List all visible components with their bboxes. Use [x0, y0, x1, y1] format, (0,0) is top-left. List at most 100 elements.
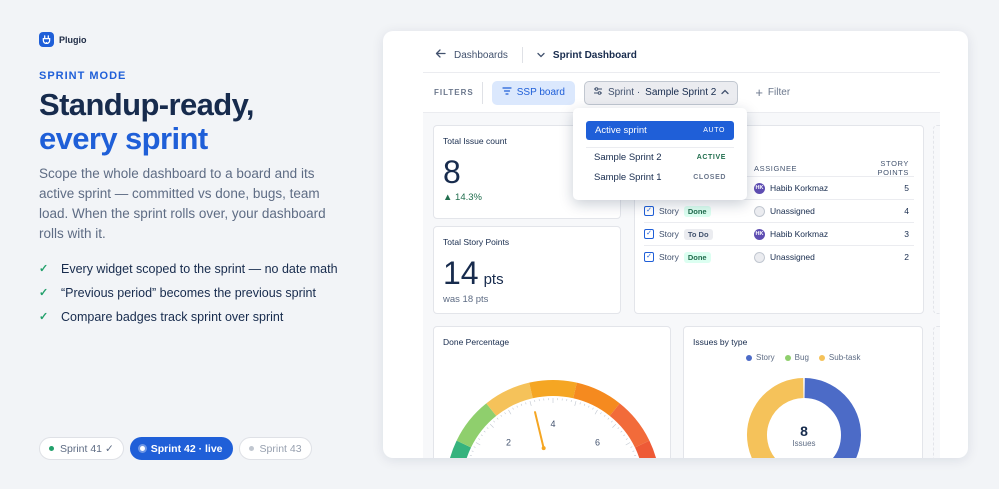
widget-title: Total Story Points: [443, 237, 510, 247]
status-dot-icon: [49, 446, 54, 451]
sprint-timeline: Sprint 41 ✓ Sprint 42 · live Sprint 43: [39, 437, 312, 460]
gauge-segment: [450, 440, 472, 458]
pill-label: Sprint 41 ✓: [60, 442, 114, 455]
add-filter-button[interactable]: + Filter: [755, 85, 790, 100]
gauge-tick-label: 6: [595, 437, 600, 447]
filter-bar: FILTERS SSP board Sprint · Sample Sprint…: [423, 73, 940, 113]
gauge-tick: [493, 420, 496, 423]
gauge-tick: [471, 450, 474, 452]
story-points-cell: 2: [904, 252, 909, 262]
gauge-tick: [594, 409, 598, 415]
gauge-tick: [623, 434, 626, 437]
live-dot-icon: [139, 446, 145, 451]
gauge-tick: [592, 407, 594, 410]
table-row[interactable]: ✓ Story Done Unassigned 4: [644, 199, 914, 222]
widget-title: Total Issue count: [443, 136, 507, 146]
story-points-value: 14: [443, 255, 479, 291]
dropdown-item-sample-sprint-1[interactable]: Sample Sprint 1 CLOSED: [594, 172, 726, 183]
gauge-needle-hub: [541, 446, 546, 451]
dropdown-item-tag: AUTO: [703, 127, 725, 134]
gauge-tick: [579, 402, 581, 405]
gauge-tick: [612, 423, 617, 428]
total-story-points-widget: Total Story Points 14 pts was 18 pts: [433, 226, 621, 314]
offscreen-widget: [933, 125, 940, 314]
gauge-tick: [600, 412, 602, 415]
feature-item: ✓ “Previous period” becomes the previous …: [39, 285, 339, 302]
gauge-tick: [475, 442, 481, 446]
story-points-unit: pts: [483, 271, 504, 288]
divider: [521, 47, 523, 63]
story-check-icon: ✓: [644, 252, 654, 262]
offscreen-widget: [933, 326, 940, 458]
gauge-segment: [529, 380, 577, 399]
plug-icon: [39, 32, 54, 47]
sprint-filter-chip[interactable]: Sprint · Sample Sprint 2: [583, 80, 739, 105]
dropdown-item-active-sprint[interactable]: Active sprint AUTO: [586, 121, 734, 140]
issues-by-type-widget: Issues by type Story Bug Sub-task 8 Issue…: [683, 326, 923, 458]
dropdown-item-sample-sprint-2[interactable]: Sample Sprint 2 ACTIVE: [594, 152, 726, 163]
sprint-pill-42[interactable]: Sprint 42 · live: [129, 437, 233, 460]
chevron-down-icon[interactable]: [537, 50, 545, 60]
gauge-segment: [609, 403, 650, 448]
pill-label: Sprint 43: [259, 442, 302, 455]
col-story-points: STORY POINTS: [877, 159, 909, 177]
pill-label: Sprint 42 · live: [150, 442, 223, 455]
issue-count-value: 8: [443, 154, 461, 190]
sprint-pill-41[interactable]: Sprint 41 ✓: [39, 437, 124, 460]
gauge-tick: [529, 400, 532, 406]
table-row[interactable]: ✓ Story Done Unassigned 2: [644, 245, 914, 268]
board-filter-chip[interactable]: SSP board: [491, 80, 575, 105]
chevron-up-icon: [721, 87, 729, 98]
dropdown-item-tag: ACTIVE: [696, 154, 726, 161]
dashboard-canvas: Dashboards Sprint Dashboard FILTERS SSP …: [423, 38, 940, 458]
col-assignee: ASSIGNEE: [754, 163, 798, 173]
issues-by-type-donut: 8Issues: [747, 378, 861, 458]
done-percentage-widget: Done Percentage 246: [433, 326, 671, 458]
breadcrumb-dashboards[interactable]: Dashboards: [454, 50, 508, 61]
gauge-tick: [525, 402, 527, 405]
gauge-tick: [516, 405, 518, 408]
table-row[interactable]: ✓ Story To Do HK Habib Korkmaz 3: [644, 222, 914, 245]
sliders-icon: [593, 87, 603, 98]
dropdown-item-label: Sample Sprint 2: [594, 152, 662, 163]
gauge-tick: [620, 430, 623, 433]
headline-line-2: every sprint: [39, 121, 208, 156]
gauge-tick: [607, 417, 610, 420]
assignee-name: Unassigned: [770, 252, 815, 262]
gauge-tick: [504, 412, 506, 415]
status-badge: Done: [683, 205, 711, 217]
check-icon: ✓: [39, 263, 49, 275]
gauge-tick-label: 4: [550, 419, 555, 429]
gauge-tick: [496, 417, 499, 420]
gauge-tick: [489, 423, 494, 428]
gauge-tick: [478, 438, 481, 440]
feature-item: ✓ Compare badges track sprint over sprint: [39, 309, 339, 326]
avatar: [754, 205, 765, 217]
status-badge: To Do: [683, 228, 713, 240]
check-icon: ✓: [39, 287, 49, 299]
lede: Scope the whole dashboard to a board and…: [39, 166, 326, 241]
assignee-name: Unassigned: [770, 206, 815, 216]
status-badge: Done: [683, 251, 711, 263]
gauge-tick: [486, 427, 489, 430]
back-arrow-icon[interactable]: [435, 49, 446, 61]
donut-center-value: 8: [800, 423, 808, 439]
gauge-tick: [512, 407, 514, 410]
gauge-tick: [473, 446, 476, 448]
feature-list: ✓ Every widget scoped to the sprint — no …: [39, 261, 339, 333]
story-points-cell: 4: [904, 206, 909, 216]
avatar: HK: [754, 182, 765, 194]
gauge-tick: [625, 442, 631, 446]
gauge-tick: [610, 420, 613, 423]
feature-text: “Previous period” becomes the previous s…: [61, 286, 316, 300]
gauge-tick: [508, 409, 512, 415]
assignee-name: Habib Korkmaz: [770, 183, 829, 193]
brand-logo: Plugio: [39, 32, 87, 47]
done-percentage-gauge: 2 4 6: [450, 380, 656, 458]
issue-type: Story: [659, 206, 679, 216]
dropdown-divider: [586, 147, 734, 148]
headline: Standup-ready, every sprint: [39, 88, 255, 156]
check-icon: ✓: [39, 311, 49, 323]
sprint-pill-43[interactable]: Sprint 43: [238, 437, 312, 460]
status-dot-icon: [248, 446, 254, 451]
